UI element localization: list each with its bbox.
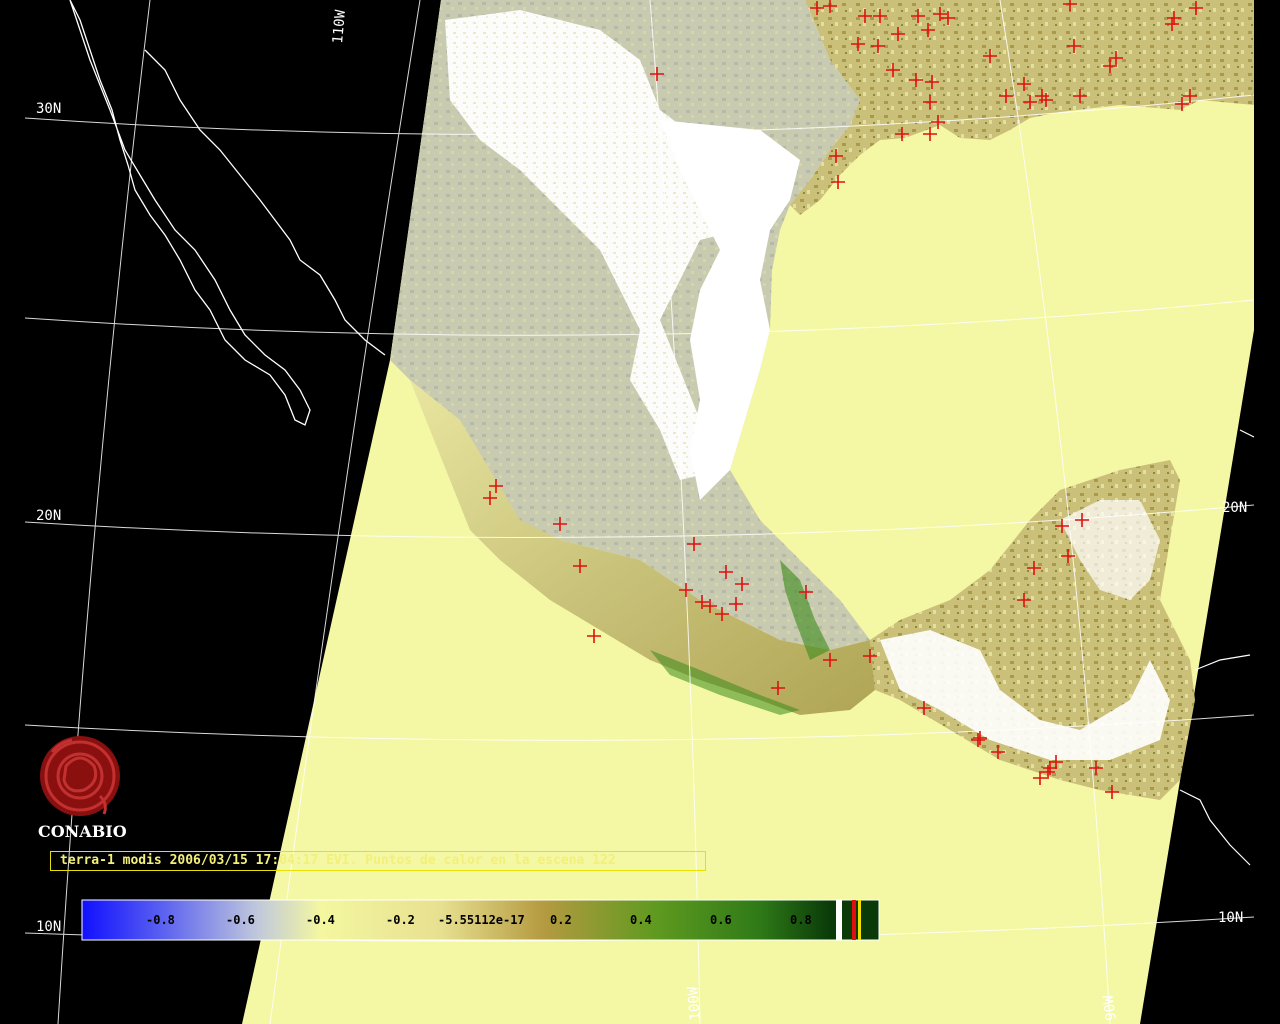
- legend-hotspot-swatch: [852, 900, 856, 940]
- lat-label-20n-left: 20N: [36, 508, 61, 524]
- legend: -0.8 -0.6 -0.4 -0.2 -5.55112e-17 0.2 0.4…: [81, 899, 880, 941]
- lat-label-10n-left: 10N: [36, 919, 61, 935]
- lon-label-110w: 110W: [330, 9, 349, 45]
- scene-caption: terra-1 modis 2006/03/15 17:04:17 EVI. P…: [50, 851, 706, 871]
- lat-label-10n-right: 10N: [1218, 910, 1243, 926]
- legend-yellow-swatch: [858, 900, 861, 940]
- lat-label-20n-right: 20N: [1222, 500, 1247, 516]
- legend-tick: -0.8: [146, 913, 175, 927]
- legend-tick: -5.55112e-17: [438, 913, 525, 927]
- legend-tick: -0.2: [386, 913, 415, 927]
- legend-tick: 0.8: [790, 913, 812, 927]
- conabio-logo-text: CONABIO: [38, 822, 127, 841]
- legend-tick: 0.4: [630, 913, 652, 927]
- legend-tick: 0.6: [710, 913, 732, 927]
- legend-tick: -0.6: [226, 913, 255, 927]
- conabio-seal-icon: [40, 736, 120, 816]
- legend-cloud-swatch: [836, 900, 842, 940]
- lat-label-30n: 30N: [36, 101, 61, 117]
- lon-label-100w: 100W: [685, 985, 704, 1021]
- legend-tick: -0.4: [306, 913, 335, 927]
- legend-tick: 0.2: [550, 913, 572, 927]
